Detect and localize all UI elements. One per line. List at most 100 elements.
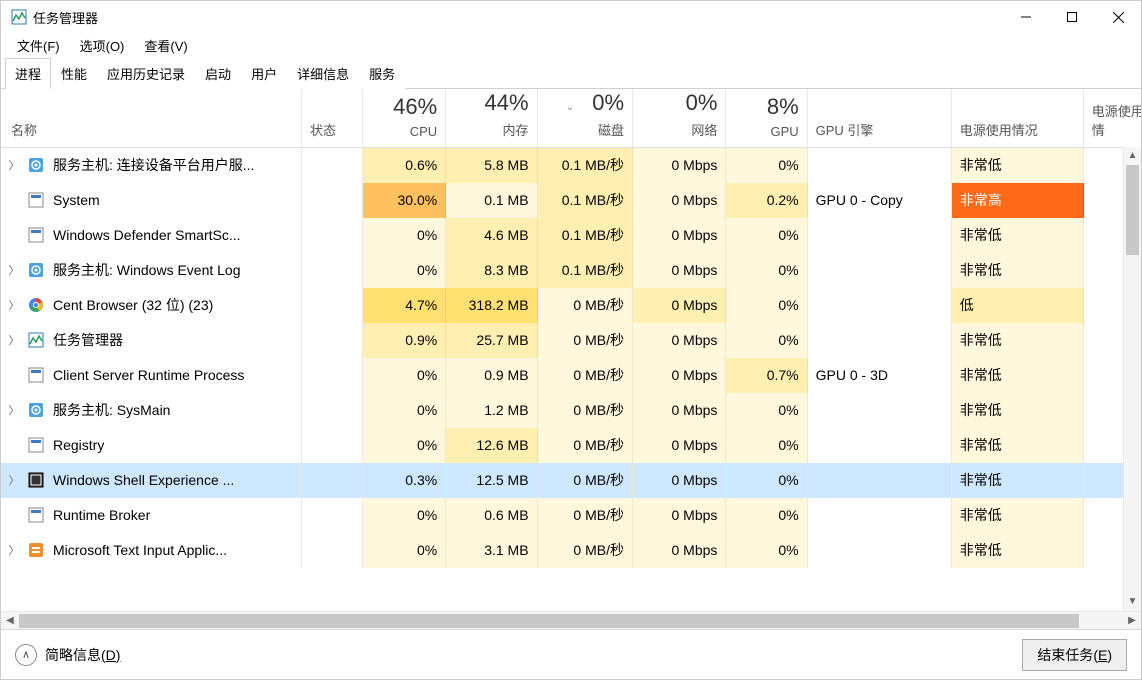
process-icon bbox=[27, 191, 45, 209]
power-cell: 非常低 bbox=[951, 428, 1083, 463]
gpu-engine-cell bbox=[807, 463, 951, 498]
col-power[interactable]: 电源使用情况 bbox=[951, 89, 1083, 147]
tab-0[interactable]: 进程 bbox=[5, 58, 51, 89]
menu-options[interactable]: 选项(O) bbox=[76, 34, 129, 57]
expand-icon[interactable]: 〉 bbox=[7, 542, 21, 558]
tab-5[interactable]: 详细信息 bbox=[287, 58, 359, 89]
disk-cell: 0 MB/秒 bbox=[537, 358, 632, 393]
cpu-cell: 0.6% bbox=[362, 147, 445, 183]
process-icon bbox=[27, 436, 45, 454]
scroll-thumb[interactable] bbox=[1126, 165, 1139, 255]
memory-cell: 12.5 MB bbox=[446, 463, 537, 498]
gpu-engine-cell bbox=[807, 323, 951, 358]
power-cell: 非常低 bbox=[951, 533, 1083, 568]
memory-cell: 8.3 MB bbox=[446, 253, 537, 288]
process-row[interactable]: 〉服务主机: Windows Event Log0%8.3 MB0.1 MB/秒… bbox=[1, 253, 1141, 288]
process-name: Registry bbox=[53, 437, 104, 453]
expand-icon[interactable]: 〉 bbox=[7, 332, 21, 348]
power-cell: 非常低 bbox=[951, 253, 1083, 288]
menu-file[interactable]: 文件(F) bbox=[13, 34, 64, 57]
process-icon bbox=[27, 471, 45, 489]
gpu-engine-cell bbox=[807, 288, 951, 323]
app-icon bbox=[11, 9, 27, 25]
process-row[interactable]: 〉Microsoft Text Input Applic...0%3.1 MB0… bbox=[1, 533, 1141, 568]
gpu-cell: 0.7% bbox=[726, 358, 807, 393]
process-name: Cent Browser (32 位) (23) bbox=[53, 295, 213, 315]
process-row[interactable]: 〉服务主机: 连接设备平台用户服...0.6%5.8 MB0.1 MB/秒0 M… bbox=[1, 147, 1141, 183]
network-cell: 0 Mbps bbox=[633, 393, 726, 428]
col-power-trend[interactable]: 电源使用情 bbox=[1083, 89, 1141, 147]
tab-1[interactable]: 性能 bbox=[51, 58, 97, 89]
process-icon bbox=[27, 366, 45, 384]
disk-cell: 0 MB/秒 bbox=[537, 498, 632, 533]
col-gpu[interactable]: 8% GPU bbox=[726, 89, 807, 147]
network-cell: 0 Mbps bbox=[633, 183, 726, 218]
maximize-button[interactable] bbox=[1049, 1, 1095, 33]
disk-cell: 0 MB/秒 bbox=[537, 393, 632, 428]
menu-view[interactable]: 查看(V) bbox=[140, 34, 191, 57]
titlebar[interactable]: 任务管理器 bbox=[1, 1, 1141, 33]
col-gpu-engine[interactable]: GPU 引擎 bbox=[807, 89, 951, 147]
process-row[interactable]: 〉Windows Shell Experience ...0.3%12.5 MB… bbox=[1, 463, 1141, 498]
network-cell: 0 Mbps bbox=[633, 533, 726, 568]
vertical-scrollbar[interactable]: ▲ ▼ bbox=[1123, 147, 1141, 611]
disk-cell: 0 MB/秒 bbox=[537, 428, 632, 463]
col-memory[interactable]: 44% 内存 bbox=[446, 89, 537, 147]
gpu-cell: 0% bbox=[726, 428, 807, 463]
process-row[interactable]: Runtime Broker0%0.6 MB0 MB/秒0 Mbps0%非常低 bbox=[1, 498, 1141, 533]
process-icon bbox=[27, 541, 45, 559]
process-row[interactable]: System30.0%0.1 MB0.1 MB/秒0 Mbps0.2%GPU 0… bbox=[1, 183, 1141, 218]
expand-icon[interactable]: 〉 bbox=[7, 402, 21, 418]
gpu-cell: 0% bbox=[726, 288, 807, 323]
expand-icon[interactable]: 〉 bbox=[7, 262, 21, 278]
process-row[interactable]: 〉服务主机: SysMain0%1.2 MB0 MB/秒0 Mbps0%非常低 bbox=[1, 393, 1141, 428]
process-row[interactable]: Registry0%12.6 MB0 MB/秒0 Mbps0%非常低 bbox=[1, 428, 1141, 463]
minimize-button[interactable] bbox=[1003, 1, 1049, 33]
process-icon bbox=[27, 506, 45, 524]
process-row[interactable]: 〉Cent Browser (32 位) (23)4.7%318.2 MB0 M… bbox=[1, 288, 1141, 323]
tabbar: 进程性能应用历史记录启动用户详细信息服务 bbox=[1, 57, 1141, 89]
gpu-cell: 0% bbox=[726, 463, 807, 498]
fewer-details-toggle[interactable]: ∧ 简略信息(D) bbox=[15, 644, 120, 666]
expand-icon[interactable]: 〉 bbox=[7, 297, 21, 313]
end-task-button[interactable]: 结束任务(E) bbox=[1022, 639, 1127, 671]
cpu-cell: 0% bbox=[362, 253, 445, 288]
tab-6[interactable]: 服务 bbox=[359, 58, 405, 89]
hscroll-thumb[interactable] bbox=[19, 614, 1079, 628]
tab-3[interactable]: 启动 bbox=[195, 58, 241, 89]
col-cpu[interactable]: 46% CPU bbox=[362, 89, 445, 147]
col-name[interactable]: 名称 bbox=[1, 89, 302, 147]
gpu-engine-cell bbox=[807, 147, 951, 183]
process-grid-container: 名称 状态 46% CPU 44% 内存 ⌄0% 磁盘 bbox=[1, 89, 1141, 629]
process-name: 服务主机: 连接设备平台用户服... bbox=[53, 155, 254, 175]
scroll-right-icon[interactable]: ▶ bbox=[1123, 615, 1141, 626]
power-cell: 非常低 bbox=[951, 463, 1083, 498]
scroll-down-icon[interactable]: ▼ bbox=[1124, 593, 1141, 611]
col-disk[interactable]: ⌄0% 磁盘 bbox=[537, 89, 632, 147]
status-cell bbox=[302, 183, 363, 218]
process-icon bbox=[27, 261, 45, 279]
memory-cell: 3.1 MB bbox=[446, 533, 537, 568]
network-cell: 0 Mbps bbox=[633, 253, 726, 288]
status-cell bbox=[302, 498, 363, 533]
process-grid[interactable]: 名称 状态 46% CPU 44% 内存 ⌄0% 磁盘 bbox=[1, 89, 1141, 611]
gpu-engine-cell bbox=[807, 533, 951, 568]
process-row[interactable]: 〉任务管理器0.9%25.7 MB0 MB/秒0 Mbps0%非常低 bbox=[1, 323, 1141, 358]
col-network[interactable]: 0% 网络 bbox=[633, 89, 726, 147]
process-row[interactable]: Windows Defender SmartSc...0%4.6 MB0.1 M… bbox=[1, 218, 1141, 253]
scroll-left-icon[interactable]: ◀ bbox=[1, 615, 19, 626]
process-name: Runtime Broker bbox=[53, 507, 150, 523]
gpu-engine-cell: GPU 0 - 3D bbox=[807, 358, 951, 393]
horizontal-scrollbar[interactable]: ◀ ▶ bbox=[1, 611, 1141, 629]
tab-4[interactable]: 用户 bbox=[241, 58, 287, 89]
power-cell: 低 bbox=[951, 288, 1083, 323]
process-row[interactable]: Client Server Runtime Process0%0.9 MB0 M… bbox=[1, 358, 1141, 393]
expand-icon[interactable]: 〉 bbox=[7, 472, 21, 488]
close-button[interactable] bbox=[1095, 1, 1141, 33]
tab-2[interactable]: 应用历史记录 bbox=[97, 58, 195, 89]
scroll-up-icon[interactable]: ▲ bbox=[1124, 147, 1141, 165]
gpu-engine-cell bbox=[807, 253, 951, 288]
col-status[interactable]: 状态 bbox=[302, 89, 363, 147]
status-cell bbox=[302, 393, 363, 428]
expand-icon[interactable]: 〉 bbox=[7, 157, 21, 173]
